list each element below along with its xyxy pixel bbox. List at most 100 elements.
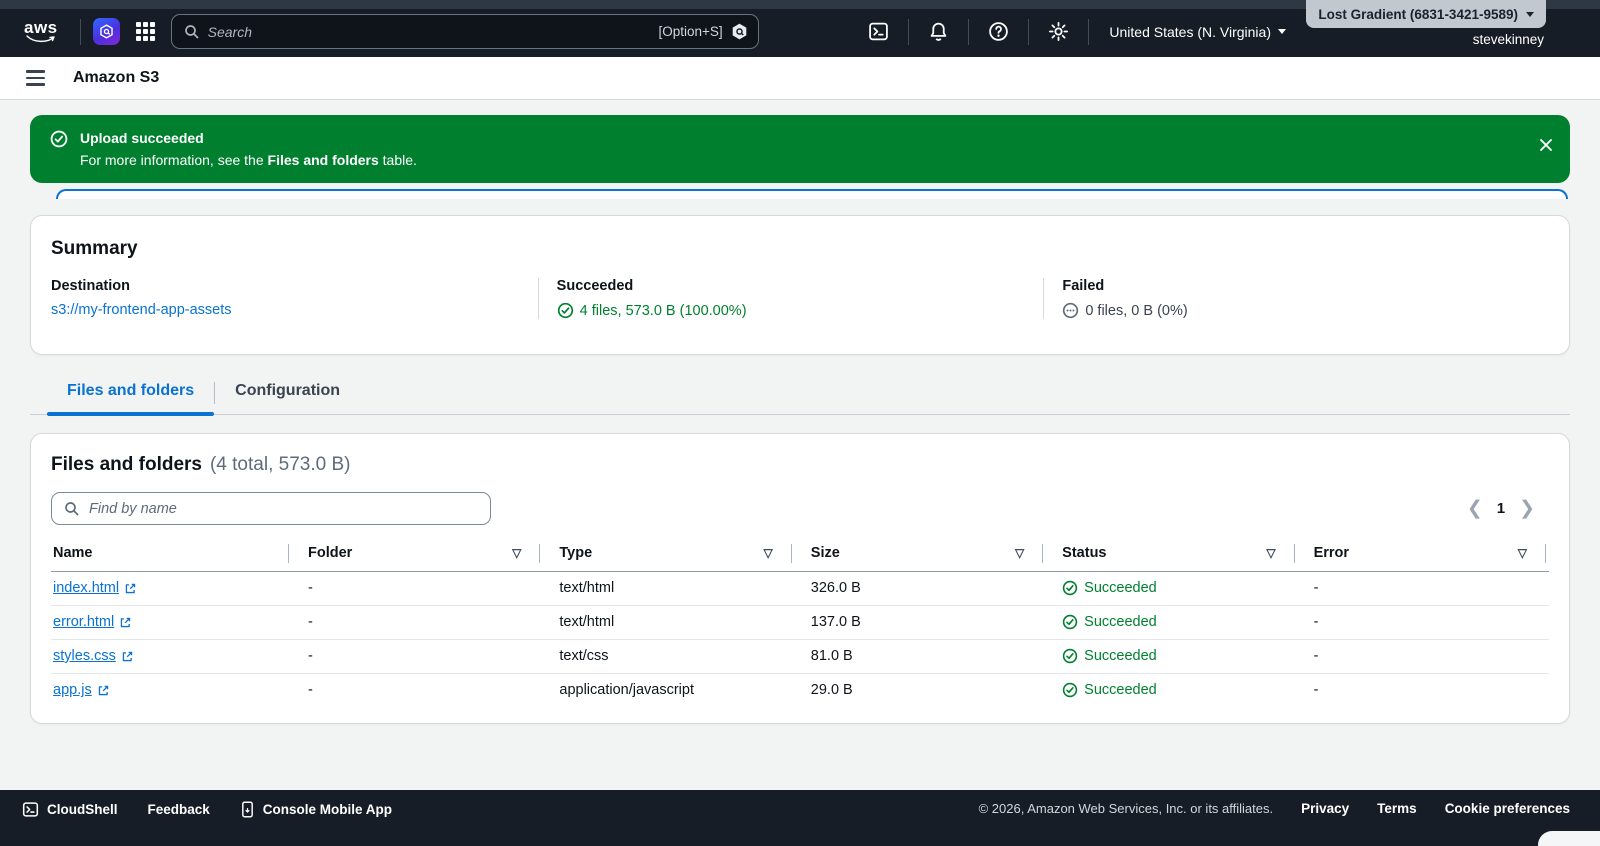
service-header-bar: Amazon S3 [0,57,1600,100]
column-header-status: Status ▽ [1042,539,1294,572]
cloudshell-icon[interactable] [849,19,908,45]
region-label: United States (N. Virginia) [1109,23,1271,40]
failed-label: Failed [1062,278,1105,294]
filter-icon[interactable]: ▽ [512,546,521,560]
search-input[interactable] [207,23,651,40]
destination-bucket-link[interactable]: s3://my-frontend-app-assets [51,302,232,318]
size-cell: 137.0 B [790,605,1043,640]
column-header-name: Name [51,539,288,572]
column-label: Folder [308,545,353,562]
external-link-icon [121,617,131,627]
failed-value: 0 files, 0 B (0%) [1085,302,1188,319]
filter-icon[interactable]: ▽ [1266,546,1275,560]
file-link[interactable]: styles.css [53,648,134,664]
table-row: error.html - text/html 137.0 B Succeeded - [51,605,1549,640]
file-link[interactable]: app.js [53,682,110,698]
column-header-size: Size ▽ [790,539,1043,572]
summary-panel: Summary Destination s3://my-frontend-app… [30,215,1570,355]
corner-widget-notch [1538,831,1600,846]
next-page-button[interactable]: ❯ [1519,499,1535,518]
tab-files-and-folders[interactable]: Files and folders [47,382,215,416]
success-check-icon [557,302,573,319]
ellipsis-circle-icon [1063,302,1079,319]
notifications-bell-icon[interactable] [909,19,968,45]
type-cell: text/html [539,605,791,640]
status-badge: Succeeded [1084,682,1157,699]
page-title: Amazon S3 [73,69,160,86]
previous-page-button[interactable]: ❮ [1467,499,1483,518]
error-cell: - [1313,682,1319,699]
succeeded-column: Succeeded 4 files, 573.0 B (100.00%) [537,278,1044,319]
folder-cell: - [308,682,313,699]
global-search[interactable]: [Option+S] [170,14,759,49]
filter-icon[interactable]: ▽ [1518,546,1527,560]
amazon-q-icon[interactable] [92,18,120,45]
error-cell: - [1293,605,1545,640]
table-row: styles.css - text/css 81.0 B Succeeded - [51,639,1549,674]
services-grid-icon[interactable] [135,22,155,41]
table-header-row: Name Folder ▽ Type ▽ Size ▽ Status ▽ Error ▽ [51,539,1549,572]
aws-logo[interactable]: aws [24,17,58,43]
destination-label: Destination [51,278,130,294]
console-mobile-app-button[interactable]: Console Mobile App [240,801,392,818]
account-menu[interactable]: Lost Gradient (6831-3421-9589) [1306,0,1546,28]
success-check-icon [1062,683,1078,698]
succeeded-value: 4 files, 573.0 B (100.00%) [579,302,747,319]
cookie-preferences-link[interactable]: Cookie preferences [1445,801,1570,816]
settings-gear-icon[interactable] [1029,19,1088,45]
top-navigation-bar: aws [Option+S] United States (N. Virgin [0,0,1600,57]
table-body: index.html - text/html 326.0 B Succeeded - err… [51,571,1549,707]
status-badge: Succeeded [1084,580,1157,596]
filter-icon[interactable]: ▽ [1015,546,1024,560]
main-content: Upload succeeded For more information, s… [0,100,1600,790]
folder-cell: - [288,571,540,606]
status-cell: Succeeded [1042,571,1294,606]
footer-bar: CloudShell Feedback Console Mobile App ©… [0,790,1600,846]
type-cell: text/html [539,571,791,606]
column-label: Name [53,545,93,562]
terms-link[interactable]: Terms [1377,801,1417,816]
region-selector[interactable]: United States (N. Virginia) [1089,24,1294,40]
status-cell: Succeeded [1042,673,1293,707]
mobile-phone-icon [241,801,253,818]
filter-icon[interactable]: ▽ [764,546,773,560]
copyright-text: © 2026, Amazon Web Services, Inc. or its… [978,801,1274,816]
cloudshell-button[interactable]: CloudShell [22,801,118,818]
end-cell [1545,605,1549,640]
success-check-icon [1062,648,1078,664]
external-link-icon [122,651,133,661]
current-page-number[interactable]: 1 [1497,500,1505,517]
close-icon[interactable] [1538,137,1554,153]
success-check-icon [50,130,68,169]
aws-logo-text: aws [24,17,58,37]
find-by-name-input[interactable] [89,500,478,517]
file-link[interactable]: index.html [53,580,137,596]
console-mobile-app-label: Console Mobile App [262,802,393,817]
status-badge: Succeeded [1084,614,1157,630]
tab-bar: Files and folders Configuration [30,376,1570,416]
files-table: Name Folder ▽ Type ▽ Size ▽ Status ▽ Error ▽ index… [51,539,1549,707]
help-icon[interactable] [969,19,1028,45]
find-by-name-field[interactable] [51,492,491,525]
success-check-icon [1062,614,1078,630]
status-cell: Succeeded [1042,605,1294,640]
error-cell: - [1293,571,1545,606]
cloudshell-label: CloudShell [47,802,118,817]
privacy-link[interactable]: Privacy [1301,801,1349,816]
feedback-button[interactable]: Feedback [148,802,210,817]
banner-title: Upload succeeded [80,130,204,146]
column-header-error: Error ▽ [1293,539,1545,572]
banner-message: For more information, see the Files and … [80,152,417,168]
hamburger-menu-icon[interactable] [26,70,45,86]
external-link-icon [125,583,136,593]
folder-cell: - [288,639,540,674]
file-link[interactable]: error.html [53,614,132,630]
pagination: ❮ 1 ❯ [1467,499,1549,518]
size-cell: 81.0 B [790,639,1043,674]
status-cell: Succeeded [1042,639,1294,674]
files-panel-title: Files and folders [51,454,202,475]
error-cell: - [1293,639,1545,674]
tab-configuration[interactable]: Configuration [215,382,360,414]
size-cell: 29.0 B [810,682,853,699]
cloudshell-icon [22,802,39,817]
